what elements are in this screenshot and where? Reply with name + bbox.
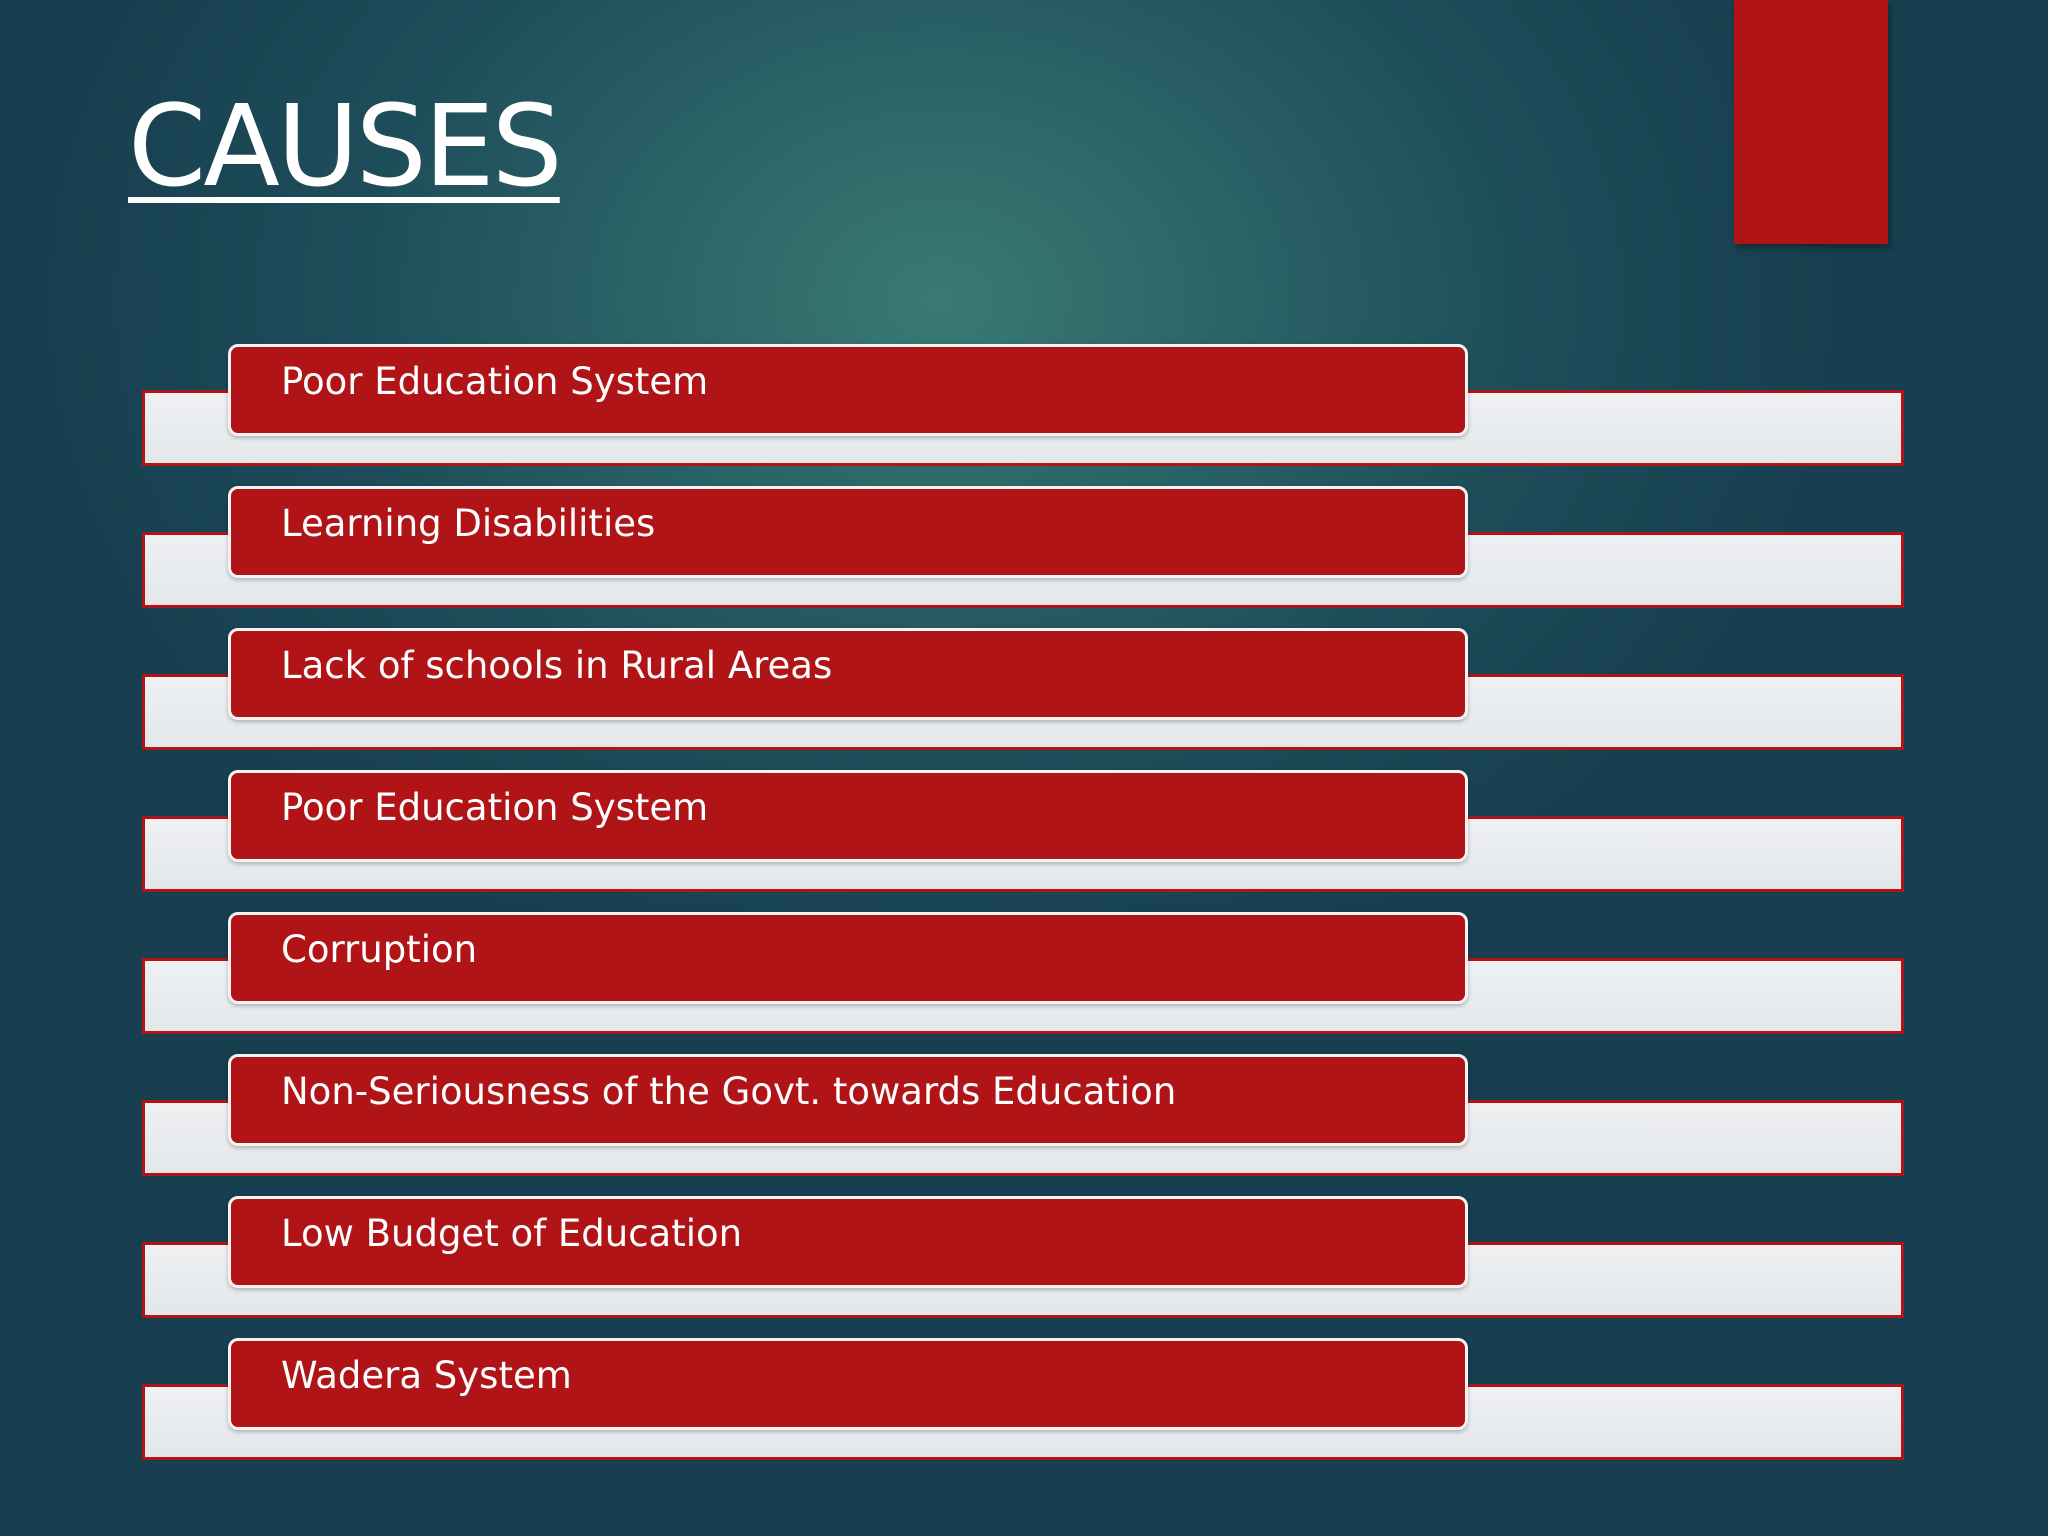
item-label: Corruption: [281, 928, 478, 971]
item-label: Lack of schools in Rural Areas: [281, 644, 833, 687]
slide: CAUSES Poor Education System Learning Di…: [0, 0, 2048, 1536]
item-label-box: Learning Disabilities: [228, 486, 1468, 578]
item-label-box: Poor Education System: [228, 770, 1468, 862]
list-item: Wadera System: [0, 1338, 2048, 1482]
item-label-box: Corruption: [228, 912, 1468, 1004]
list-item: Lack of schools in Rural Areas: [0, 628, 2048, 772]
item-label: Low Budget of Education: [281, 1212, 743, 1255]
list-item: Poor Education System: [0, 770, 2048, 914]
item-label: Poor Education System: [281, 786, 709, 829]
item-label: Poor Education System: [281, 360, 709, 403]
item-label-box: Poor Education System: [228, 344, 1468, 436]
list-item: Poor Education System: [0, 344, 2048, 488]
list-item: Low Budget of Education: [0, 1196, 2048, 1340]
item-label-box: Lack of schools in Rural Areas: [228, 628, 1468, 720]
list-item: Corruption: [0, 912, 2048, 1056]
item-label-box: Wadera System: [228, 1338, 1468, 1430]
causes-list: Poor Education System Learning Disabilit…: [0, 0, 2048, 1536]
item-label-box: Low Budget of Education: [228, 1196, 1468, 1288]
list-item: Learning Disabilities: [0, 486, 2048, 630]
item-label: Non-Seriousness of the Govt. towards Edu…: [281, 1070, 1177, 1113]
item-label-box: Non-Seriousness of the Govt. towards Edu…: [228, 1054, 1468, 1146]
list-item: Non-Seriousness of the Govt. towards Edu…: [0, 1054, 2048, 1198]
item-label: Wadera System: [281, 1354, 572, 1397]
item-label: Learning Disabilities: [281, 502, 656, 545]
